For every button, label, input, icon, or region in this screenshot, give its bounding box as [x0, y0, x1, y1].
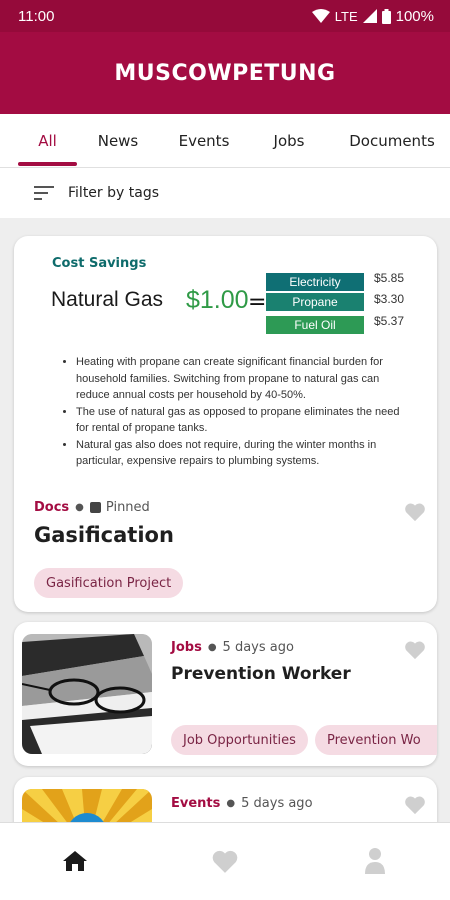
image-equals: = — [248, 290, 267, 315]
tab-label: Jobs — [273, 132, 305, 150]
category-label: Docs — [34, 500, 70, 515]
tag-chip[interactable]: Gasification Project — [34, 568, 184, 598]
fuel-label: Fuel Oil — [294, 318, 336, 332]
nav-profile[interactable] — [355, 841, 395, 881]
tab-events[interactable]: Events — [168, 114, 240, 168]
post-card-gasification[interactable]: Cost Savings Natural Gas $1.00 = Electri… — [14, 236, 437, 612]
tab-label: Documents — [349, 132, 435, 150]
image-heading: Cost Savings — [52, 256, 147, 271]
battery-icon — [381, 8, 391, 24]
app-bar: MUSCOWPETUNG — [0, 32, 450, 114]
bullet-item: Natural gas also does not require, durin… — [76, 437, 402, 470]
fuel-oil-price: $5.37 — [374, 314, 405, 328]
separator-dot: ● — [75, 502, 84, 513]
post-meta: Jobs ● 5 days ago — [171, 640, 294, 655]
tab-label: News — [97, 132, 139, 150]
wifi-icon — [311, 9, 330, 23]
tab-jobs[interactable]: Jobs — [260, 114, 318, 168]
favorite-heart-icon[interactable] — [404, 795, 426, 815]
tab-label: Events — [178, 132, 230, 150]
tab-bar: All News Events Jobs Documents — [0, 114, 450, 168]
post-time: 5 days ago — [241, 796, 313, 811]
pin-icon — [89, 502, 101, 513]
filter-by-tags-button[interactable]: Filter by tags — [0, 168, 450, 218]
separator-dot: ● — [226, 798, 236, 809]
laptop-glasses-thumbnail — [22, 634, 152, 754]
profile-icon — [365, 848, 385, 874]
tab-news[interactable]: News — [88, 114, 148, 168]
fuel-electricity-bar: Electricity — [266, 273, 364, 291]
post-title: Gasification — [34, 523, 174, 547]
filter-icon — [34, 186, 54, 200]
status-icons: LTE 100% — [311, 7, 434, 25]
image-fuel-label: Natural Gas — [51, 288, 164, 311]
fuel-propane-bar: Propane — [266, 293, 364, 311]
tag-chip[interactable]: Job Opportunities — [171, 725, 308, 755]
fuel-propane-price: $3.30 — [374, 292, 405, 306]
battery-label: 100% — [395, 7, 434, 25]
category-label: Jobs — [171, 640, 202, 655]
home-icon — [63, 851, 87, 871]
post-time: 5 days ago — [222, 640, 294, 655]
favorite-heart-icon[interactable] — [404, 640, 426, 660]
fuel-oil-bar: Fuel Oil — [266, 316, 364, 334]
fuel-label: Propane — [292, 295, 338, 309]
tab-documents[interactable]: Documents — [340, 114, 444, 168]
image-bullets: Heating with propane can create signific… — [60, 354, 402, 486]
nav-home[interactable] — [55, 841, 95, 881]
tab-all[interactable]: All — [18, 114, 77, 168]
nav-favorites[interactable] — [205, 841, 245, 881]
tag-chip[interactable]: Prevention Wo — [315, 725, 437, 755]
filter-label: Filter by tags — [68, 185, 159, 201]
status-time: 11:00 — [18, 7, 55, 25]
tab-label: All — [38, 132, 57, 150]
heart-icon — [212, 850, 238, 873]
signal-icon — [362, 9, 377, 23]
status-bar: 11:00 LTE 100% — [0, 0, 450, 32]
image-price: $1.00 — [186, 286, 249, 314]
separator-dot: ● — [207, 642, 217, 653]
network-label: LTE — [334, 8, 358, 24]
favorite-heart-icon[interactable] — [404, 502, 426, 522]
post-meta: Events ● 5 days ago — [171, 796, 313, 811]
bullet-item: Heating with propane can create signific… — [76, 354, 402, 404]
bullet-item: The use of natural gas as opposed to pro… — [76, 404, 402, 437]
app-title: MUSCOWPETUNG — [114, 60, 336, 86]
bottom-navigation — [0, 822, 450, 900]
category-label: Events — [171, 796, 221, 811]
fuel-electricity-price: $5.85 — [374, 271, 405, 285]
fuel-label: Electricity — [289, 275, 341, 289]
post-meta: Docs ● Pinned — [34, 500, 150, 515]
post-title: Prevention Worker — [171, 664, 351, 684]
post-card-prevention-worker[interactable]: Jobs ● 5 days ago Prevention Worker Job … — [14, 622, 437, 766]
pinned-label: Pinned — [105, 500, 150, 515]
